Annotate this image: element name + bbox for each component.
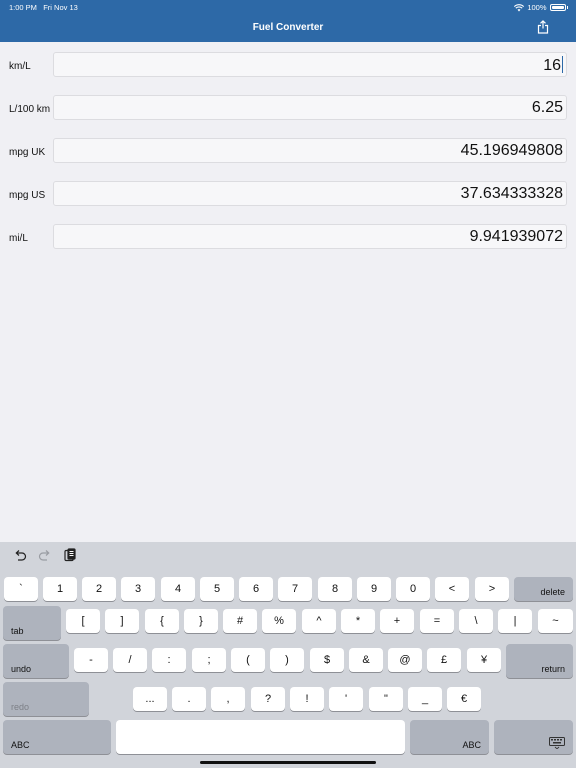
key-quote[interactable]: " xyxy=(369,687,403,711)
key-apostrophe[interactable]: ' xyxy=(329,687,363,711)
key-greater-than[interactable]: > xyxy=(475,577,509,601)
key-close-paren[interactable]: ) xyxy=(270,648,304,672)
key-underscore[interactable]: _ xyxy=(408,687,442,711)
key-hyphen[interactable]: - xyxy=(74,648,108,672)
key-slash[interactable]: / xyxy=(113,648,147,672)
home-indicator xyxy=(200,761,376,764)
field-value: 16 xyxy=(543,57,561,74)
key-backtick[interactable]: ` xyxy=(4,577,38,601)
l100km-input[interactable]: 6.25 xyxy=(53,95,567,120)
field-row-mpg-uk: mpg UK 45.196949808 xyxy=(0,138,576,181)
key-1[interactable]: 1 xyxy=(43,577,77,601)
key-4[interactable]: 4 xyxy=(161,577,195,601)
key-equals[interactable]: = xyxy=(420,609,454,633)
field-row-l100km: L/100 km 6.25 xyxy=(0,95,576,138)
key-caret[interactable]: ^ xyxy=(302,609,336,633)
key-colon[interactable]: : xyxy=(152,648,186,672)
undo-icon[interactable] xyxy=(13,548,27,562)
key-6[interactable]: 6 xyxy=(239,577,273,601)
field-label: km/L xyxy=(9,61,31,72)
kml-input[interactable]: 16 xyxy=(53,52,567,77)
redo-key[interactable]: redo xyxy=(3,682,89,716)
key-semicolon[interactable]: ; xyxy=(192,648,226,672)
key-9[interactable]: 9 xyxy=(357,577,391,601)
key-hash[interactable]: # xyxy=(223,609,257,633)
key-at[interactable]: @ xyxy=(388,648,422,672)
key-ellipsis[interactable]: ... xyxy=(133,687,167,711)
field-label: mi/L xyxy=(9,233,28,244)
wifi-icon xyxy=(514,3,525,11)
keyboard-dismiss-key[interactable] xyxy=(494,720,573,754)
key-pound[interactable]: £ xyxy=(427,648,461,672)
abc-key-left[interactable]: ABC xyxy=(3,720,111,754)
page-title: Fuel Converter xyxy=(252,22,324,33)
key-close-brace[interactable]: } xyxy=(184,609,218,633)
key-tilde[interactable]: ~ xyxy=(538,609,573,633)
key-period[interactable]: . xyxy=(172,687,206,711)
navigation-bar: 1:00 PM Fri Nov 13 100% Fuel Converter xyxy=(0,0,576,42)
share-icon[interactable] xyxy=(537,20,549,34)
paste-icon[interactable] xyxy=(63,548,77,562)
key-yen[interactable]: ¥ xyxy=(467,648,501,672)
space-bar[interactable] xyxy=(116,720,405,754)
field-row-kml: km/L 16 xyxy=(0,52,576,95)
key-7[interactable]: 7 xyxy=(278,577,312,601)
keyboard-dismiss-icon xyxy=(549,737,565,749)
field-label: mpg US xyxy=(9,190,46,201)
undo-key[interactable]: undo xyxy=(3,644,69,678)
abc-key-right[interactable]: ABC xyxy=(410,720,489,754)
field-label: L/100 km xyxy=(9,104,51,115)
field-value: 6.25 xyxy=(531,99,563,116)
status-clock: 1:00 PM xyxy=(9,3,37,12)
mil-input[interactable]: 9.941939072 xyxy=(53,224,567,249)
battery-icon xyxy=(549,4,566,11)
delete-key[interactable]: delete xyxy=(514,577,573,601)
key-percent[interactable]: % xyxy=(262,609,296,633)
status-time: 1:00 PM Fri Nov 13 xyxy=(9,3,78,12)
field-value: 37.634333328 xyxy=(460,185,563,202)
status-indicators: 100% xyxy=(514,3,568,12)
key-exclamation[interactable]: ! xyxy=(290,687,324,711)
key-question[interactable]: ? xyxy=(251,687,285,711)
return-key[interactable]: return xyxy=(506,644,573,678)
key-ampersand[interactable]: & xyxy=(349,648,383,672)
field-row-mpg-us: mpg US 37.634333328 xyxy=(0,181,576,224)
key-pipe[interactable]: | xyxy=(498,609,532,633)
key-asterisk[interactable]: * xyxy=(341,609,375,633)
key-2[interactable]: 2 xyxy=(82,577,116,601)
key-less-than[interactable]: < xyxy=(435,577,469,601)
mpg-uk-input[interactable]: 45.196949808 xyxy=(53,138,567,163)
key-8[interactable]: 8 xyxy=(318,577,352,601)
status-date: Fri Nov 13 xyxy=(43,3,78,12)
key-plus[interactable]: + xyxy=(380,609,414,633)
key-0[interactable]: 0 xyxy=(396,577,430,601)
key-euro[interactable]: € xyxy=(447,687,481,711)
field-value: 9.941939072 xyxy=(469,228,563,245)
redo-icon[interactable] xyxy=(38,548,52,562)
key-dollar[interactable]: $ xyxy=(310,648,344,672)
key-open-bracket[interactable]: [ xyxy=(66,609,100,633)
key-open-paren[interactable]: ( xyxy=(231,648,265,672)
text-caret xyxy=(562,56,563,73)
key-backslash[interactable]: \ xyxy=(459,609,493,633)
field-row-mil: mi/L 9.941939072 xyxy=(0,224,576,267)
battery-percent: 100% xyxy=(527,3,547,12)
key-open-brace[interactable]: { xyxy=(145,609,179,633)
converter-fields: km/L 16 L/100 km 6.25 mpg UK 45.19694980… xyxy=(0,52,576,267)
key-close-bracket[interactable]: ] xyxy=(105,609,139,633)
mpg-us-input[interactable]: 37.634333328 xyxy=(53,181,567,206)
key-3[interactable]: 3 xyxy=(121,577,155,601)
tab-key[interactable]: tab xyxy=(3,606,61,640)
key-5[interactable]: 5 xyxy=(200,577,234,601)
field-label: mpg UK xyxy=(9,147,46,158)
keyboard: ` 1 2 3 4 5 6 7 8 9 0 < > delete tab [ ]… xyxy=(0,542,576,768)
key-comma[interactable]: , xyxy=(211,687,245,711)
field-value: 45.196949808 xyxy=(460,142,563,159)
keyboard-toolbar xyxy=(0,542,576,572)
